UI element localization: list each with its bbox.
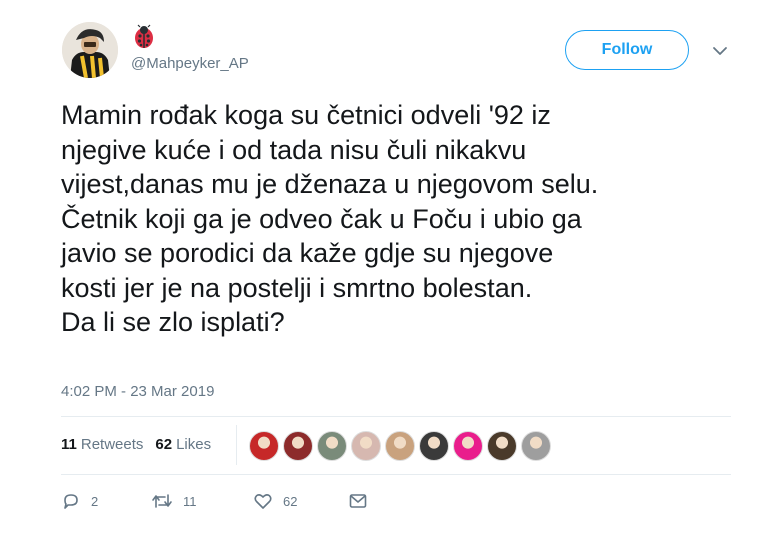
reply-icon bbox=[64, 494, 78, 509]
divider bbox=[61, 474, 731, 475]
pattern-avatar[interactable] bbox=[351, 431, 381, 461]
retweets-label: Retweets bbox=[80, 436, 144, 453]
tweet-stats: 11 Retweets 62 Likes bbox=[61, 436, 223, 453]
tweet-timestamp[interactable]: 4:02 PM - 23 Mar 2019 bbox=[61, 383, 214, 400]
tweet-text: Mamin rođak koga su četnici odveli '92 i… bbox=[61, 98, 741, 340]
user-avatar[interactable] bbox=[62, 22, 118, 78]
face-avatar[interactable] bbox=[385, 431, 415, 461]
tweet-line: njegive kuće i od tada nisu čuli nikakvu bbox=[61, 134, 527, 165]
like-count: 62 bbox=[283, 493, 298, 509]
tweet-line: vijest,danas mu je dženaza u njegovom se… bbox=[61, 169, 599, 199]
captain-america-shield-avatar[interactable] bbox=[249, 431, 279, 461]
flowers-avatar[interactable] bbox=[283, 431, 313, 461]
portrait-avatar[interactable] bbox=[419, 431, 449, 461]
reply-button[interactable]: 2 bbox=[61, 491, 151, 511]
retweets-stat[interactable]: 11 Retweets bbox=[61, 436, 143, 453]
chevron-down-icon[interactable] bbox=[711, 42, 729, 60]
pink-cartoon-avatar[interactable] bbox=[453, 431, 483, 461]
liker-avatars bbox=[249, 431, 555, 461]
envelope-icon bbox=[349, 494, 367, 508]
action-bar: 2 11 62 bbox=[61, 491, 368, 511]
tweet-line: kosti jer je na postelji i smrtno bolest… bbox=[61, 272, 533, 303]
retweet-button[interactable]: 11 bbox=[151, 491, 253, 511]
bearded-man-avatar[interactable] bbox=[487, 431, 517, 461]
retweets-count: 11 bbox=[61, 436, 77, 453]
likes-count: 62 bbox=[155, 436, 173, 453]
likes-label: Likes bbox=[176, 436, 212, 453]
likes-stat[interactable]: 62 Likes bbox=[155, 436, 211, 453]
retweet-count: 11 bbox=[183, 493, 197, 509]
like-button[interactable]: 62 bbox=[253, 491, 348, 511]
tweet-line: Mamin rođak koga su četnici odveli '92 i… bbox=[61, 100, 551, 130]
stats-separator bbox=[236, 425, 237, 465]
reply-count: 2 bbox=[91, 493, 99, 509]
tweet-line: Četnik koji ga je odveo čak u Foču i ubi… bbox=[61, 203, 582, 234]
divider bbox=[61, 416, 731, 417]
ladybug-icon bbox=[131, 24, 157, 50]
retweet-icon bbox=[152, 494, 172, 508]
cat-avatar[interactable] bbox=[521, 431, 551, 461]
user-handle[interactable]: @Mahpeyker_AP bbox=[131, 55, 249, 72]
heart-icon bbox=[254, 494, 272, 509]
landscape-avatar[interactable] bbox=[317, 431, 347, 461]
follow-button[interactable]: Follow bbox=[565, 30, 689, 70]
tweet-line: Da li se zlo isplati? bbox=[61, 307, 285, 337]
direct-message-button[interactable] bbox=[348, 491, 368, 511]
tweet-line: javio se porodici da kaže gdje su njegov… bbox=[61, 238, 554, 268]
